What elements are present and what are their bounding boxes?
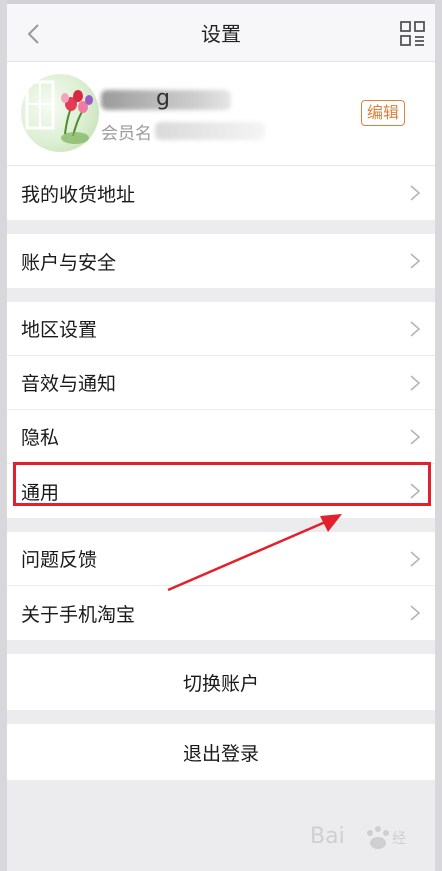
- back-button[interactable]: [21, 20, 45, 48]
- nav-bar: 设置: [7, 4, 435, 62]
- member-name-label: 会员名: [101, 124, 152, 144]
- row-label: 关于手机淘宝: [21, 603, 136, 626]
- logout-button[interactable]: 退出登录: [7, 724, 435, 780]
- section-preferences: 地区设置 音效与通知 隐私 通用: [7, 302, 435, 518]
- row-privacy[interactable]: 隐私: [7, 410, 435, 464]
- row-label: 音效与通知: [21, 373, 117, 395]
- menu-button[interactable]: [399, 20, 427, 48]
- row-label: 问题反馈: [21, 549, 98, 571]
- row-address[interactable]: 我的收货地址: [7, 166, 435, 220]
- switch-account-button[interactable]: 切换账户: [7, 654, 435, 710]
- chevron-right-icon: [410, 428, 421, 445]
- row-label: 账户与安全: [21, 251, 117, 274]
- row-sound-notify[interactable]: 音效与通知: [7, 356, 435, 410]
- row-about[interactable]: 关于手机淘宝: [7, 586, 435, 640]
- section-address: 我的收货地址: [7, 166, 435, 220]
- chevron-right-icon: [410, 253, 421, 269]
- chevron-right-icon: [410, 374, 421, 391]
- chevron-left-icon: [27, 24, 39, 44]
- grid-icon: [400, 21, 425, 46]
- row-feedback[interactable]: 问题反馈: [7, 532, 435, 586]
- watermark-logo: Bai 经: [310, 824, 406, 849]
- row-region[interactable]: 地区设置: [7, 302, 435, 356]
- chevron-right-icon: [410, 320, 421, 337]
- device-frame-right: [435, 0, 442, 871]
- settings-screen: 设置 g 会员名 编辑 我的收货地址 账户与安全 地区设置 音效与通知 隐私 通…: [7, 0, 435, 871]
- member-name-redacted: [155, 122, 265, 140]
- row-label: 地区设置: [21, 319, 98, 341]
- avatar[interactable]: [21, 74, 99, 152]
- avatar-image: [25, 80, 93, 144]
- edit-button[interactable]: 编辑: [360, 100, 405, 126]
- row-label: 我的收货地址: [21, 183, 136, 206]
- row-account-security[interactable]: 账户与安全: [7, 234, 435, 288]
- section-support: 问题反馈 关于手机淘宝: [7, 532, 435, 640]
- username-partial: g: [156, 86, 170, 111]
- section-account: 账户与安全: [7, 234, 435, 288]
- row-general[interactable]: 通用: [7, 464, 435, 518]
- row-label: 隐私: [21, 427, 60, 449]
- chevron-right-icon: [410, 185, 421, 201]
- svg-text:Bai: Bai: [310, 824, 345, 849]
- chevron-right-icon: [410, 550, 421, 567]
- row-label: 通用: [21, 481, 60, 504]
- svg-text:经: 经: [392, 831, 406, 847]
- chevron-right-icon: [410, 483, 421, 499]
- page-title: 设置: [201, 22, 241, 46]
- profile-card[interactable]: g 会员名 编辑: [7, 62, 435, 166]
- device-frame-left: [0, 0, 7, 871]
- chevron-right-icon: [410, 605, 421, 621]
